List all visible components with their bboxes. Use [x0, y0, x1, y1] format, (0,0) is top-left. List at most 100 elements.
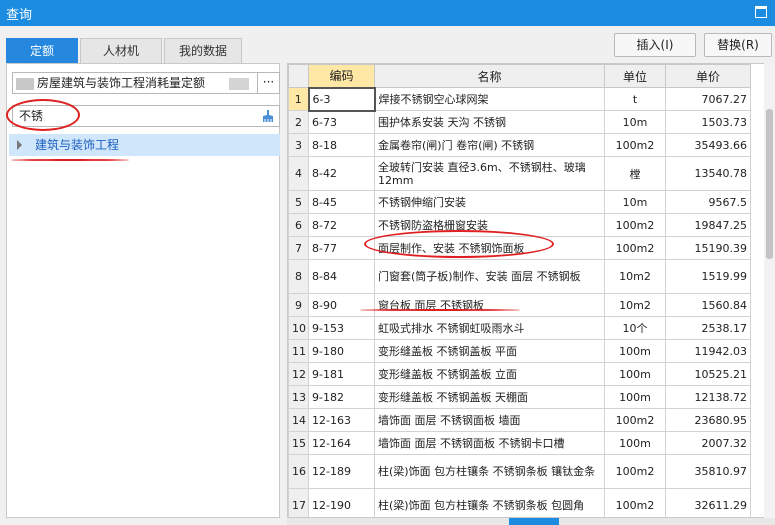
cell-name[interactable]: 墙饰面 面层 不锈钢面板 不锈钢卡口槽	[374, 431, 605, 455]
table-row[interactable]: 8 8-84 门窗套(筒子板)制作、安装 面层 不锈钢板 10m2 1519.99	[288, 259, 751, 294]
vertical-scrollbar[interactable]	[764, 63, 775, 518]
cell-unit[interactable]: 100m	[604, 385, 666, 409]
tree-item-building[interactable]: 建筑与装饰工程	[9, 134, 280, 156]
cell-name[interactable]: 不锈钢伸缩门安装	[374, 190, 605, 214]
broom-icon[interactable]	[261, 109, 275, 129]
table-row[interactable]: 14 12-163 墙饰面 面层 不锈钢面板 墙面 100m2 23680.95	[288, 408, 751, 432]
table-row[interactable]: 2 6-73 围护体系安装 天沟 不锈钢 10m 1503.73	[288, 110, 751, 134]
cell-code[interactable]: 9-181	[308, 362, 375, 386]
cell-price[interactable]: 9567.5	[665, 190, 751, 214]
tab-materials[interactable]: 人材机	[80, 38, 162, 63]
cell-price[interactable]: 35810.97	[665, 454, 751, 489]
tab-my-data[interactable]: 我的数据	[164, 38, 242, 63]
table-row[interactable]: 13 9-182 变形缝盖板 不锈钢盖板 天棚面 100m 12138.72	[288, 385, 751, 409]
cell-price[interactable]: 35493.66	[665, 133, 751, 157]
cell-price[interactable]: 2007.32	[665, 431, 751, 455]
cell-code[interactable]: 9-182	[308, 385, 375, 409]
cell-code[interactable]: 8-42	[308, 156, 375, 191]
table-row[interactable]: 17 12-190 柱(梁)饰面 包方柱镶条 不锈钢条板 包圆角 100m2 32611…	[288, 488, 751, 517]
cell-name[interactable]: 墙饰面 面层 不锈钢面板 墙面	[374, 408, 605, 432]
insert-button[interactable]: 插入(I)	[614, 33, 696, 57]
cell-unit[interactable]: 10m2	[604, 259, 666, 294]
cell-code[interactable]: 12-190	[308, 488, 375, 517]
cell-unit[interactable]: 100m2	[604, 454, 666, 489]
cell-code[interactable]: 12-164	[308, 431, 375, 455]
cell-price[interactable]: 23680.95	[665, 408, 751, 432]
cell-price[interactable]: 1503.73	[665, 110, 751, 134]
cell-unit[interactable]: 100m2	[604, 236, 666, 260]
replace-button[interactable]: 替换(R)	[704, 33, 772, 57]
cell-unit[interactable]: 10m	[604, 190, 666, 214]
cell-name[interactable]: 柱(梁)饰面 包方柱镶条 不锈钢条板 包圆角	[374, 488, 605, 517]
cell-name[interactable]: 变形缝盖板 不锈钢盖板 平面	[374, 339, 605, 363]
scrollbar-thumb[interactable]	[509, 518, 559, 525]
cell-code[interactable]: 6-3	[307, 86, 376, 112]
cell-name[interactable]: 虹吸式排水 不锈钢虹吸雨水斗	[374, 316, 605, 340]
horizontal-scrollbar[interactable]	[287, 518, 775, 525]
cell-code[interactable]: 9-153	[308, 316, 375, 340]
cell-code[interactable]: 12-189	[308, 454, 375, 489]
cell-unit[interactable]: 100m2	[604, 133, 666, 157]
table-row[interactable]: 16 12-189 柱(梁)饰面 包方柱镶条 不锈钢条板 镶钛金条 100m2 3581…	[288, 454, 751, 489]
more-button[interactable]: ···	[258, 72, 280, 94]
cell-code[interactable]: 8-18	[308, 133, 375, 157]
column-header-name[interactable]: 名称	[374, 64, 605, 88]
cell-unit[interactable]: 樘	[604, 156, 666, 191]
column-header-price[interactable]: 单价	[665, 64, 751, 88]
cell-price[interactable]: 2538.17	[665, 316, 751, 340]
cell-price[interactable]: 12138.72	[665, 385, 751, 409]
cell-price[interactable]: 32611.29	[665, 488, 751, 517]
cell-code[interactable]: 12-163	[308, 408, 375, 432]
cell-unit[interactable]: 100m	[604, 362, 666, 386]
cell-name[interactable]: 变形缝盖板 不锈钢盖板 立面	[374, 362, 605, 386]
cell-unit[interactable]: 100m	[604, 339, 666, 363]
table-row[interactable]: 4 8-42 全玻转门安装 直径3.6m、不锈钢柱、玻璃12mm 樘 13540.78	[288, 156, 751, 191]
table-row[interactable]: 5 8-45 不锈钢伸缩门安装 10m 9567.5	[288, 190, 751, 214]
library-select[interactable]: 房屋建筑与装饰工程消耗量定额	[12, 72, 258, 94]
cell-code[interactable]: 8-77	[308, 236, 375, 260]
cell-name[interactable]: 门窗套(筒子板)制作、安装 面层 不锈钢板	[374, 259, 605, 294]
cell-unit[interactable]: 10个	[604, 316, 666, 340]
cell-name[interactable]: 面层制作、安装 不锈钢饰面板	[374, 236, 605, 260]
table-row[interactable]: 11 9-180 变形缝盖板 不锈钢盖板 平面 100m 11942.03	[288, 339, 751, 363]
column-header-unit[interactable]: 单位	[604, 64, 666, 88]
cell-code[interactable]: 8-90	[308, 293, 375, 317]
cell-name[interactable]: 柱(梁)饰面 包方柱镶条 不锈钢条板 镶钛金条	[374, 454, 605, 489]
cell-unit[interactable]: 10m	[604, 110, 666, 134]
cell-price[interactable]: 7067.27	[665, 87, 751, 111]
table-row[interactable]: 12 9-181 变形缝盖板 不锈钢盖板 立面 100m 10525.21	[288, 362, 751, 386]
table-row[interactable]: 6 8-72 不锈钢防盗格栅窗安装 100m2 19847.25	[288, 213, 751, 237]
cell-price[interactable]: 10525.21	[665, 362, 751, 386]
cell-price[interactable]: 11942.03	[665, 339, 751, 363]
search-input[interactable]: 不锈	[12, 105, 280, 127]
cell-code[interactable]: 8-72	[308, 213, 375, 237]
maximize-icon[interactable]	[755, 6, 767, 18]
cell-price[interactable]: 19847.25	[665, 213, 751, 237]
table-row[interactable]: 10 9-153 虹吸式排水 不锈钢虹吸雨水斗 10个 2538.17	[288, 316, 751, 340]
scrollbar-thumb[interactable]	[766, 109, 773, 259]
cell-name[interactable]: 围护体系安装 天沟 不锈钢	[374, 110, 605, 134]
cell-price[interactable]: 1519.99	[665, 259, 751, 294]
table-row[interactable]: 7 8-77 面层制作、安装 不锈钢饰面板 100m2 15190.39	[288, 236, 751, 260]
cell-name[interactable]: 焊接不锈钢空心球网架	[374, 87, 605, 111]
cell-name[interactable]: 窗台板 面层 不锈钢板	[374, 293, 605, 317]
cell-unit[interactable]: t	[604, 87, 666, 111]
cell-unit[interactable]: 100m2	[604, 488, 666, 517]
table-row[interactable]: 15 12-164 墙饰面 面层 不锈钢面板 不锈钢卡口槽 100m 2007.32	[288, 431, 751, 455]
cell-unit[interactable]: 100m2	[604, 213, 666, 237]
cell-name[interactable]: 变形缝盖板 不锈钢盖板 天棚面	[374, 385, 605, 409]
table-row[interactable]: 3 8-18 金属卷帘(闸)门 卷帘(闸) 不锈钢 100m2 35493.66	[288, 133, 751, 157]
cell-code[interactable]: 8-84	[308, 259, 375, 294]
cell-name[interactable]: 全玻转门安装 直径3.6m、不锈钢柱、玻璃12mm	[374, 156, 605, 191]
cell-price[interactable]: 1560.84	[665, 293, 751, 317]
cell-code[interactable]: 9-180	[308, 339, 375, 363]
cell-price[interactable]: 15190.39	[665, 236, 751, 260]
triangle-right-icon[interactable]	[17, 140, 22, 150]
cell-unit[interactable]: 100m	[604, 431, 666, 455]
cell-name[interactable]: 金属卷帘(闸)门 卷帘(闸) 不锈钢	[374, 133, 605, 157]
cell-code[interactable]: 6-73	[308, 110, 375, 134]
cell-code[interactable]: 8-45	[308, 190, 375, 214]
cell-name[interactable]: 不锈钢防盗格栅窗安装	[374, 213, 605, 237]
column-header-code[interactable]: 编码	[308, 64, 375, 88]
cell-unit[interactable]: 10m2	[604, 293, 666, 317]
